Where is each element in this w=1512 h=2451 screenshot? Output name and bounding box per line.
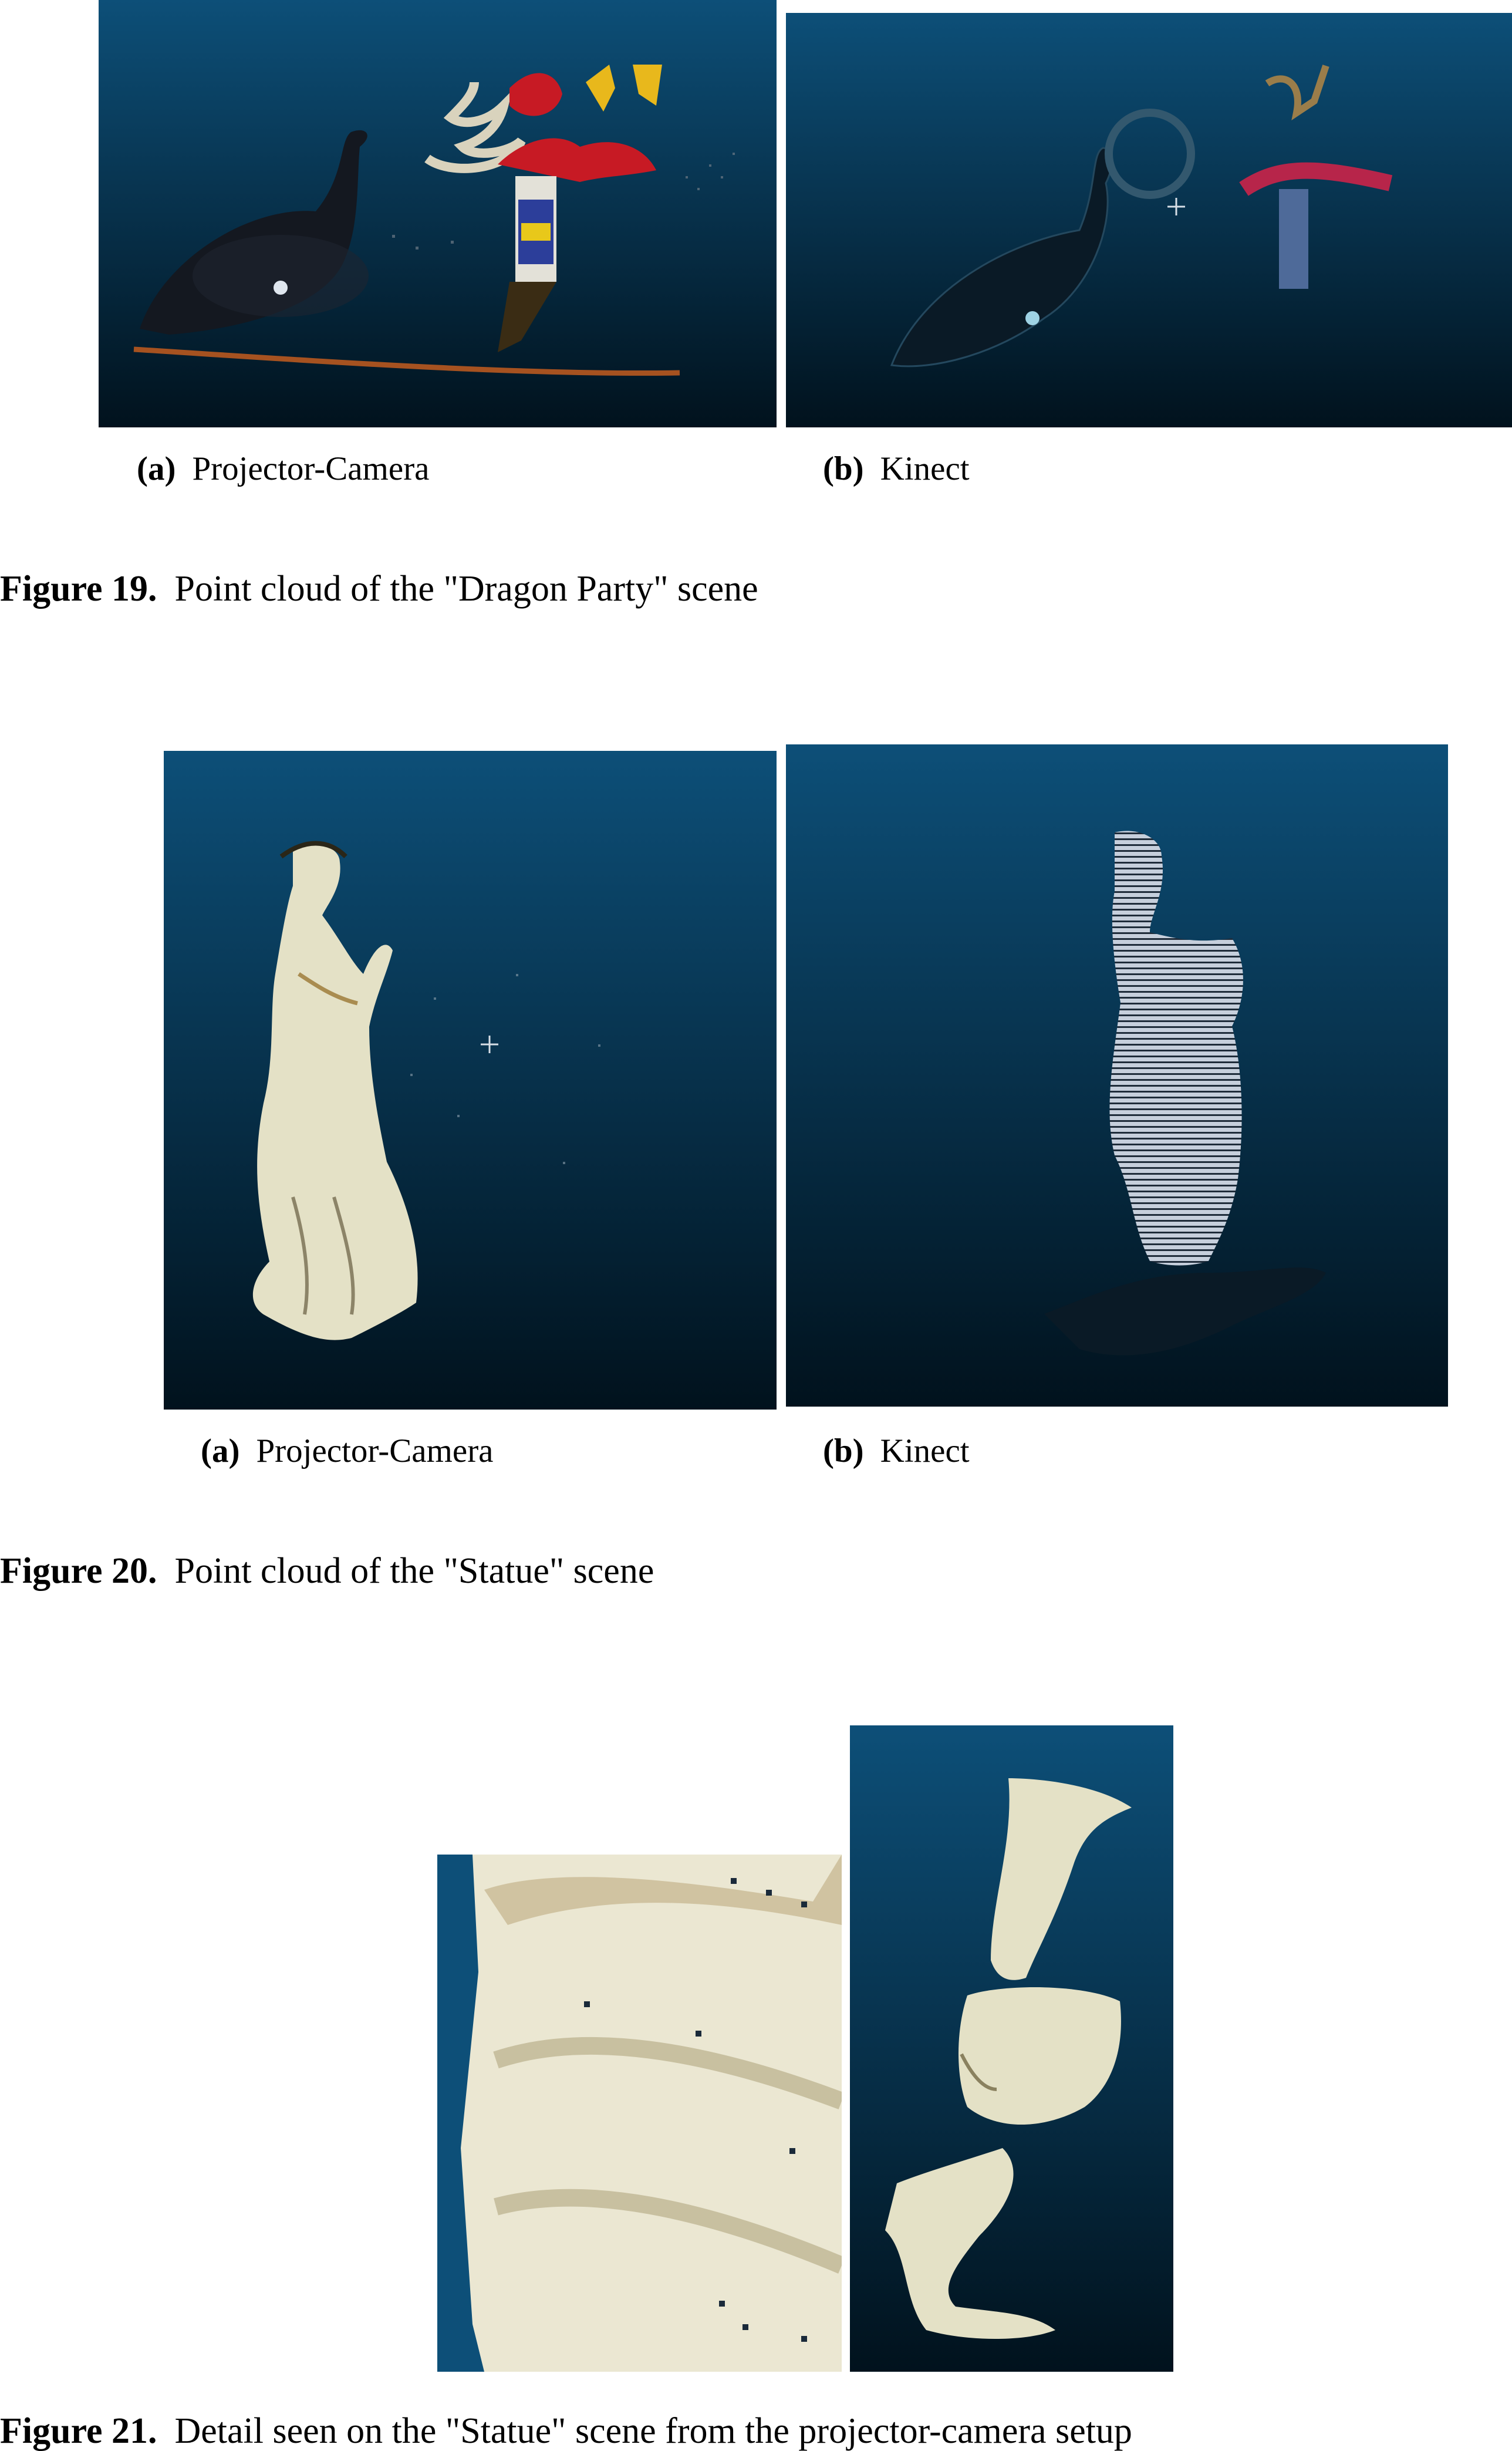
fig20-subcaption-b: (b) Kinect bbox=[823, 1432, 970, 1469]
fig21-statue-fragment-image bbox=[850, 1725, 1173, 2372]
fig21-caption: Figure 21. Detail seen on the "Statue" sc… bbox=[0, 2411, 1132, 2451]
fig19-subcaption-a: (a) Projector-Camera bbox=[137, 450, 430, 487]
fig20-projector-camera-image bbox=[164, 751, 777, 1410]
fig20-caption: Figure 20. Point cloud of the "Statue" sc… bbox=[0, 1551, 654, 1591]
fig20-subcaption-a: (a) Projector-Camera bbox=[201, 1432, 494, 1469]
fig21-detail-closeup-image bbox=[437, 1855, 842, 2372]
fig19-projector-camera-image bbox=[99, 0, 777, 427]
fig20-kinect-image bbox=[786, 744, 1448, 1407]
fig19-kinect-image bbox=[786, 13, 1512, 427]
fig19-subcaption-b: (b) Kinect bbox=[823, 450, 970, 487]
fig19-caption: Figure 19. Point cloud of the "Dragon Par… bbox=[0, 569, 758, 609]
